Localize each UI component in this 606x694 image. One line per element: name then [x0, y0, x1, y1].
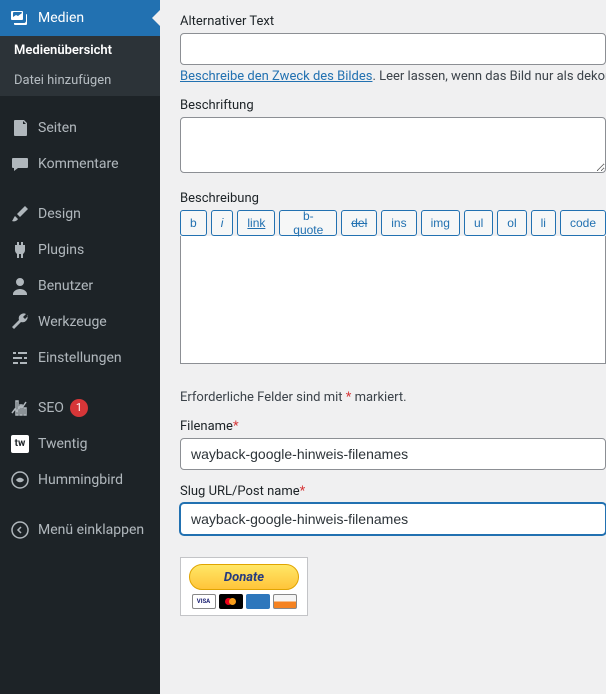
caption-input[interactable]	[180, 117, 606, 173]
sidebar-item-plugins[interactable]: Plugins	[0, 232, 160, 268]
amex-card-icon	[246, 594, 270, 609]
qt-img-button[interactable]: img	[421, 210, 460, 236]
filename-label: Filename*	[180, 419, 606, 434]
sidebar-item-settings[interactable]: Einstellungen	[0, 340, 160, 376]
sidebar-item-label: SEO	[38, 399, 64, 417]
sidebar-item-label: Kommentare	[38, 155, 119, 173]
wrench-icon	[10, 312, 30, 332]
qt-ul-button[interactable]: ul	[464, 210, 493, 236]
caption-label: Beschriftung	[180, 98, 606, 113]
qt-link-button[interactable]: link	[237, 210, 275, 236]
sidebar-subitem-medialibrary[interactable]: Medienübersicht	[0, 36, 160, 66]
discover-card-icon	[273, 594, 297, 609]
sidebar-item-label: Menü einklappen	[38, 521, 144, 539]
sidebar-item-tools[interactable]: Werkzeuge	[0, 304, 160, 340]
alt-text-label: Alternativer Text	[180, 14, 606, 29]
plug-icon	[10, 240, 30, 260]
brush-icon	[10, 204, 30, 224]
slug-label: Slug URL/Post name*	[180, 484, 606, 499]
sidebar-collapse[interactable]: Menü einklappen	[0, 512, 160, 548]
sidebar-item-seo[interactable]: SEO 1	[0, 390, 160, 426]
donate-button[interactable]: Donate	[189, 564, 299, 590]
tw-icon: tw	[10, 434, 30, 454]
filename-input[interactable]	[180, 438, 606, 470]
pages-icon	[10, 118, 30, 138]
sidebar-item-label: Design	[38, 205, 81, 223]
quicktags-toolbar: b i link b-quote del ins img ul ol li co…	[180, 210, 606, 236]
hummingbird-icon	[10, 470, 30, 490]
qt-ol-button[interactable]: ol	[497, 210, 526, 236]
description-label: Beschreibung	[180, 191, 606, 206]
sidebar-subitem-addfile[interactable]: Datei hinzufügen	[0, 66, 160, 96]
user-icon	[10, 276, 30, 296]
media-icon	[10, 8, 30, 28]
collapse-icon	[10, 520, 30, 540]
visa-card-icon: VISA	[192, 594, 216, 609]
sidebar-item-twentig[interactable]: tw Twentig	[0, 426, 160, 462]
sidebar-item-label: Benutzer	[38, 277, 93, 295]
donate-box: Donate VISA	[180, 557, 308, 616]
alt-text-help: Beschreibe den Zweck des Bildes. Leer la…	[180, 69, 606, 84]
sidebar-submenu-media: Medienübersicht Datei hinzufügen	[0, 36, 160, 96]
sidebar-item-media[interactable]: Medien	[0, 0, 160, 36]
sidebar-item-design[interactable]: Design	[0, 196, 160, 232]
sidebar-item-label: Twentig	[38, 435, 88, 453]
comments-icon	[10, 154, 30, 174]
sidebar-item-label: Medien	[38, 9, 84, 27]
sidebar-item-label: Einstellungen	[38, 349, 122, 367]
payment-cards: VISA	[189, 594, 299, 609]
sidebar-item-comments[interactable]: Kommentare	[0, 146, 160, 182]
sidebar-item-hummingbird[interactable]: Hummingbird	[0, 462, 160, 498]
qt-blockquote-button[interactable]: b-quote	[279, 210, 337, 236]
qt-del-button[interactable]: del	[341, 210, 377, 236]
qt-italic-button[interactable]: i	[211, 210, 234, 236]
seo-icon	[10, 398, 30, 418]
qt-li-button[interactable]: li	[531, 210, 556, 236]
mastercard-icon	[219, 594, 243, 609]
qt-bold-button[interactable]: b	[180, 210, 207, 236]
sidebar-item-pages[interactable]: Seiten	[0, 110, 160, 146]
required-fields-note: Erforderliche Felder sind mit * markiert…	[180, 390, 606, 405]
update-badge: 1	[70, 399, 88, 417]
qt-ins-button[interactable]: ins	[381, 210, 416, 236]
sidebar-item-users[interactable]: Benutzer	[0, 268, 160, 304]
qt-code-button[interactable]: code	[560, 210, 606, 236]
alt-text-help-link[interactable]: Beschreibe den Zweck des Bildes	[180, 69, 372, 84]
alt-text-input[interactable]	[180, 33, 606, 65]
sidebar-item-label: Hummingbird	[38, 471, 123, 489]
sidebar-item-label: Plugins	[38, 241, 84, 259]
admin-sidebar: Medien Medienübersicht Datei hinzufügen …	[0, 0, 160, 694]
description-input[interactable]	[180, 236, 606, 364]
sidebar-item-label: Werkzeuge	[38, 313, 107, 331]
slug-input[interactable]	[180, 503, 606, 535]
sliders-icon	[10, 348, 30, 368]
edit-media-form: Alternativer Text Beschreibe den Zweck d…	[160, 0, 606, 694]
sidebar-item-label: Seiten	[38, 119, 77, 137]
